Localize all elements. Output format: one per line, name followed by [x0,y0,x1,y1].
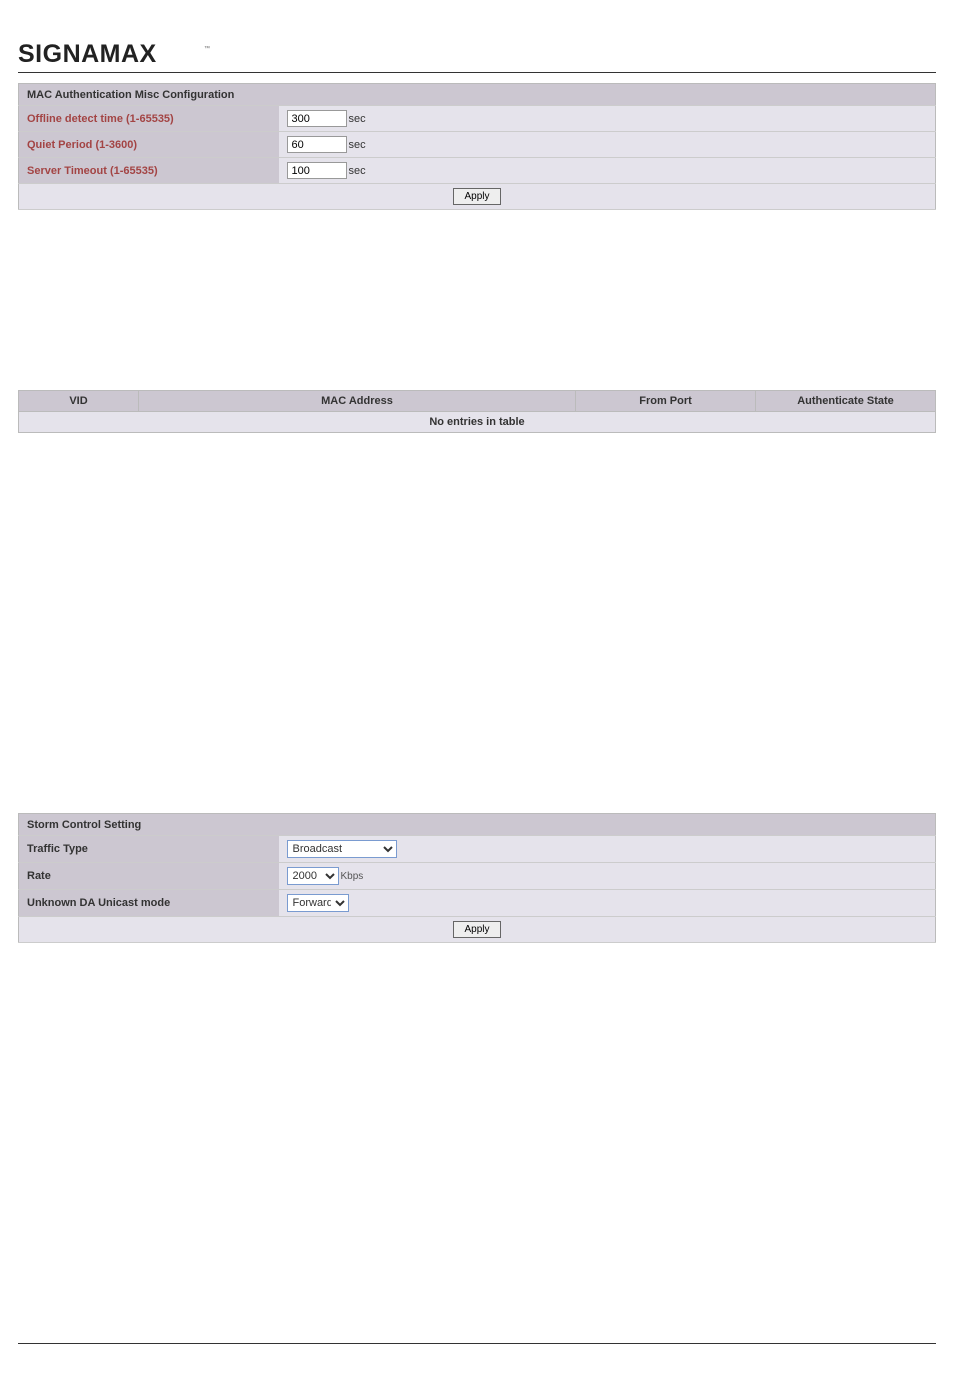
server-timeout-label: Server Timeout (1-65535) [19,158,279,184]
storm-apply-button[interactable]: Apply [453,921,500,938]
page-footer-divider [18,1343,936,1373]
traffic-type-select[interactable]: Broadcast [287,840,397,858]
unknown-da-select[interactable]: Forward [287,894,349,912]
offline-detect-input[interactable] [287,110,347,127]
brand-logo: SIGNAMAX ™ [18,0,936,73]
quiet-period-label: Quiet Period (1-3600) [19,132,279,158]
col-mac-address: MAC Address [139,391,576,412]
quiet-period-unit: sec [349,139,366,151]
server-timeout-input[interactable] [287,162,347,179]
quiet-period-input[interactable] [287,136,347,153]
server-timeout-unit: sec [349,165,366,177]
rate-select[interactable]: 2000 [287,867,339,885]
svg-text:SIGNAMAX: SIGNAMAX [18,40,157,66]
mac-config-header: MAC Authentication Misc Configuration [19,84,936,106]
svg-text:™: ™ [204,45,210,52]
col-from-port: From Port [576,391,756,412]
storm-header: Storm Control Setting [19,814,936,836]
offline-detect-unit: sec [349,113,366,125]
mac-auth-status-table: VID MAC Address From Port Authenticate S… [18,390,936,433]
rate-label: Rate [19,863,279,890]
mac-auth-config-table: MAC Authentication Misc Configuration Of… [18,83,936,210]
no-entries-row: No entries in table [19,412,936,433]
storm-control-table: Storm Control Setting Traffic Type Broad… [18,813,936,943]
offline-detect-label: Offline detect time (1-65535) [19,106,279,132]
col-vid: VID [19,391,139,412]
traffic-type-label: Traffic Type [19,836,279,863]
rate-unit: Kbps [341,871,364,882]
col-auth-state: Authenticate State [756,391,936,412]
mac-config-apply-button[interactable]: Apply [453,188,500,205]
unknown-da-label: Unknown DA Unicast mode [19,890,279,917]
